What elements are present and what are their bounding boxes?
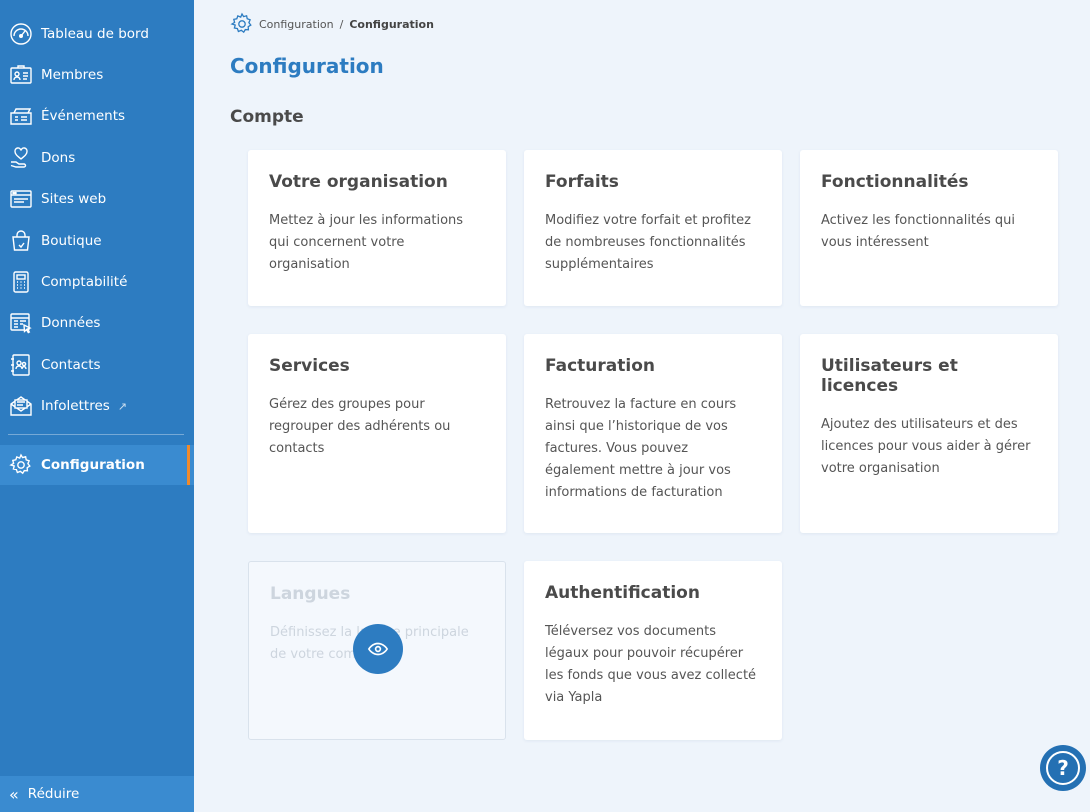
card-description: Activez les fonctionnalités qui vous int… [821,213,1016,250]
card-title: Langues [270,584,351,604]
collapse-label: Réduire [27,786,80,802]
card-description: Téléversez vos documents légaux pour pou… [545,624,757,705]
data-icon [8,311,33,336]
sidebar-item-label: Données [41,315,101,331]
preview-button[interactable] [353,624,403,674]
card-organization[interactable]: Votre organisation Mettez à jour les inf… [248,150,506,306]
card-languages[interactable]: Langues Définissez la langue principale … [248,561,506,740]
card-description: Retrouvez la facture en cours ainsi que … [545,397,737,500]
card-title: Fonctionnalités [821,172,969,192]
breadcrumb-parent-link[interactable]: Configuration [259,18,334,31]
accounting-icon [8,270,33,295]
events-icon [8,104,33,129]
sidebar-divider [8,434,184,435]
sidebar-item-shop[interactable]: Boutique [0,221,194,261]
shop-icon [8,229,33,254]
card-title: Utilisateurs et licences [821,356,958,396]
sidebar-item-label: Membres [41,67,104,83]
double-chevron-left-icon: « [9,784,19,804]
card-title: Forfaits [545,172,619,192]
card-description: Mettez à jour les informations qui conce… [269,213,464,272]
card-description: Modifiez votre forfait et profitez de no… [545,213,751,272]
section-title: Compte [230,107,304,127]
breadcrumb: Configuration / Configuration [230,12,434,36]
sidebar-item-members[interactable]: Membres [0,55,194,95]
card-title: Votre organisation [269,172,448,192]
sidebar-item-dashboard[interactable]: Tableau de bord [0,14,194,54]
card-authentication[interactable]: Authentification Téléversez vos document… [524,561,782,740]
sidebar: Tableau de bord Membres Événements Dons … [0,0,194,812]
help-button[interactable]: ? [1040,745,1086,791]
card-description: Ajoutez des utilisateurs et des licences… [821,417,1031,476]
card-plans[interactable]: Forfaits Modifiez votre forfait et profi… [524,150,782,306]
breadcrumb-current: Configuration [349,17,434,31]
sidebar-item-label: Contacts [41,357,101,373]
breadcrumb-separator: / [339,17,344,31]
gear-icon [230,12,252,34]
card-features[interactable]: Fonctionnalités Activez les fonctionnali… [800,150,1058,306]
card-billing[interactable]: Facturation Retrouvez la facture en cour… [524,334,782,533]
card-title: Services [269,356,350,376]
sidebar-item-data[interactable]: Données [0,303,194,343]
card-description: Gérez des groupes pour regrouper des adh… [269,397,451,456]
sidebar-item-label: Événements [41,108,126,124]
sidebar-item-configuration[interactable]: Configuration [0,445,194,485]
donations-icon [8,146,33,171]
sidebar-item-contacts[interactable]: Contacts [0,345,194,385]
sidebar-item-label: Configuration [41,457,145,473]
question-icon: ? [1046,751,1080,785]
website-icon [8,187,33,212]
collapse-sidebar-button[interactable]: « Réduire [0,776,194,812]
card-users-licenses[interactable]: Utilisateurs et licences Ajoutez des uti… [800,334,1058,533]
card-title: Authentification [545,583,700,603]
sidebar-item-label: Boutique [41,233,102,249]
sidebar-item-label: Infolettres [41,398,110,414]
sidebar-item-donations[interactable]: Dons [0,138,194,178]
card-title: Facturation [545,356,655,376]
members-icon [8,63,33,88]
dashboard-icon [8,22,33,47]
card-services[interactable]: Services Gérez des groupes pour regroupe… [248,334,506,533]
external-link-icon: ↗ [117,399,128,413]
newsletter-icon [8,394,33,419]
contacts-icon [8,353,33,378]
sidebar-item-label: Comptabilité [41,274,128,290]
sidebar-item-newsletters[interactable]: Infolettres ↗ [0,386,194,426]
gear-icon [8,453,33,478]
sidebar-item-websites[interactable]: Sites web [0,179,194,219]
sidebar-item-label: Tableau de bord [41,26,149,42]
page-title: Configuration [230,54,384,78]
sidebar-item-label: Dons [41,150,76,166]
eye-icon [367,642,389,656]
sidebar-item-accounting[interactable]: Comptabilité [0,262,194,302]
sidebar-item-events[interactable]: Événements [0,96,194,136]
sidebar-item-label: Sites web [41,191,107,207]
